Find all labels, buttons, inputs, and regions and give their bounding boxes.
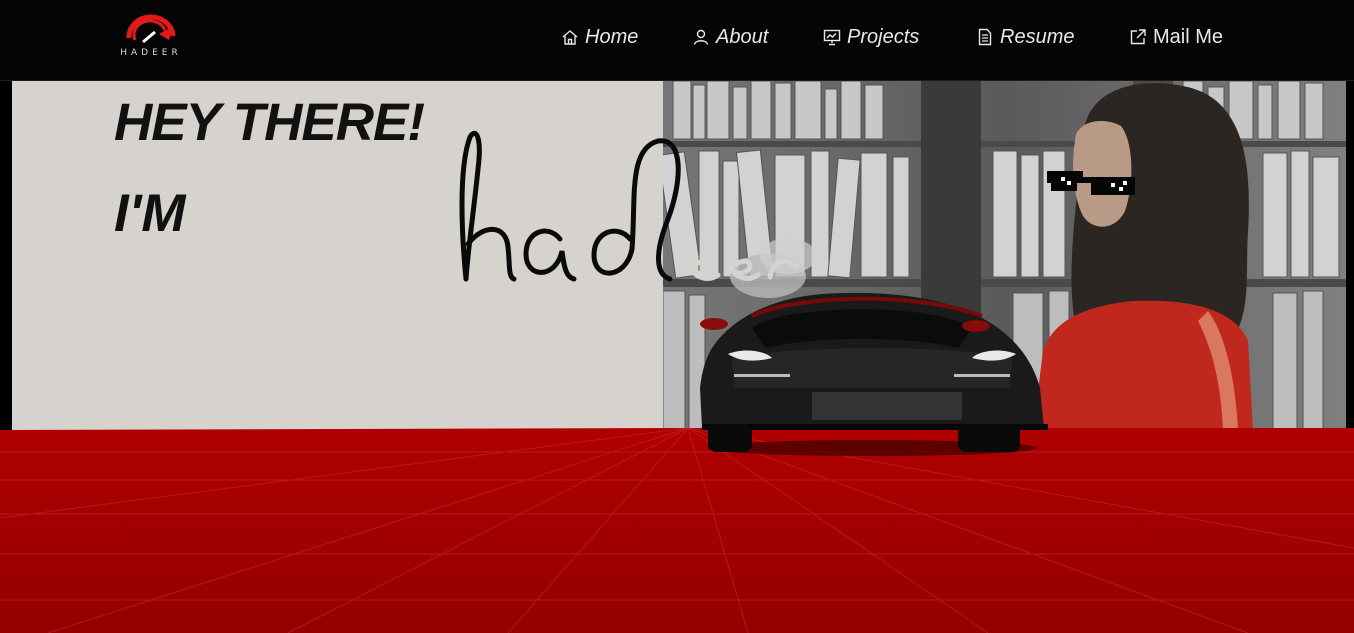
user-icon xyxy=(692,28,710,46)
nav-resume-label: Resume xyxy=(1000,25,1075,48)
logo-mark-icon xyxy=(126,14,176,44)
sports-car-model xyxy=(700,292,1048,456)
nav-mail-label: Mail Me xyxy=(1153,25,1224,48)
hero-intro: I'M xyxy=(114,184,186,243)
hero-greeting: HEY THERE! xyxy=(114,93,425,152)
nav-projects[interactable]: Projects xyxy=(823,24,919,50)
nav-about-label: About xyxy=(716,25,769,48)
navbar: HADEER Home About Projects Resume Mail M… xyxy=(0,0,1354,81)
nav-mail[interactable]: Mail Me xyxy=(1129,24,1223,50)
logo-text: HADEER xyxy=(120,48,182,58)
hero-name-script xyxy=(459,130,824,282)
home-icon xyxy=(561,28,579,46)
nav-about[interactable]: About xyxy=(692,24,768,50)
nav-projects-label: Projects xyxy=(847,25,920,48)
floor-plane xyxy=(0,428,1354,633)
site-logo[interactable]: HADEER xyxy=(118,14,184,62)
nav-resume[interactable]: Resume xyxy=(976,24,1074,50)
external-link-icon xyxy=(1129,28,1147,46)
document-icon xyxy=(976,28,994,46)
nav-home-label: Home xyxy=(585,25,639,48)
nav-home[interactable]: Home xyxy=(561,24,638,50)
presentation-icon xyxy=(823,28,841,46)
